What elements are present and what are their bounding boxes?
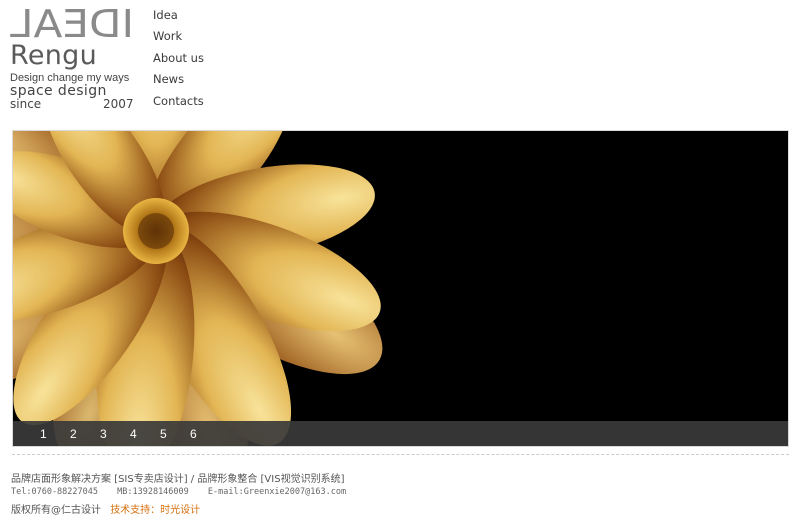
nav-item-work: Work xyxy=(153,26,204,47)
logo[interactable]: IDEAL Rengu Design change my ways space … xyxy=(10,6,140,111)
nav-link-news[interactable]: News xyxy=(153,72,184,86)
logo-ideal-mirrored-wordmark: IDEAL xyxy=(10,6,134,40)
slide-button-1[interactable]: 1 xyxy=(40,427,70,441)
nav-link-work[interactable]: Work xyxy=(153,29,182,43)
nav-item-idea: Idea xyxy=(153,5,204,26)
slide-pager-bar: 1 2 3 4 5 6 xyxy=(13,421,788,446)
footer-mobile: MB:13928146009 xyxy=(117,487,189,497)
slide-button-6[interactable]: 6 xyxy=(190,427,220,441)
nav-item-news: News xyxy=(153,69,204,90)
slide-button-3[interactable]: 3 xyxy=(100,427,130,441)
footer-copyright-line: 版权所有@仁古设计 技术支持：时光设计 xyxy=(11,501,200,516)
logo-ideal-text: IDEAL xyxy=(10,6,134,40)
slide-button-5[interactable]: 5 xyxy=(160,427,190,441)
main-nav: Idea Work About us News Contacts xyxy=(153,5,204,112)
footer-divider xyxy=(12,454,789,455)
slide-button-4[interactable]: 4 xyxy=(130,427,160,441)
footer-email: E-mail:Greenxie2007@163.com xyxy=(207,487,347,497)
slide-button-2[interactable]: 2 xyxy=(70,427,100,441)
nav-link-idea[interactable]: Idea xyxy=(153,8,178,22)
nav-item-contacts: Contacts xyxy=(153,91,204,112)
nav-link-contacts[interactable]: Contacts xyxy=(153,94,204,108)
logo-year: 2007 xyxy=(103,97,134,111)
footer-tech-support-link[interactable]: 技术支持：时光设计 xyxy=(110,505,200,516)
footer-tel: Tel:0760-88227045 xyxy=(11,487,98,497)
nav-item-about: About us xyxy=(153,48,204,69)
logo-space-design: space design xyxy=(10,83,107,99)
footer-services: 品牌店面形象解决方案 [SIS专卖店设计] / 品牌形象整合 [VIS视觉识别系… xyxy=(11,474,345,485)
logo-name: Rengu xyxy=(10,40,98,71)
slide-pager: 1 2 3 4 5 6 xyxy=(40,421,220,446)
nav-link-about-us[interactable]: About us xyxy=(153,51,204,65)
footer-contact: Tel:0760-88227045 MB:13928146009 E-mail:… xyxy=(11,487,360,497)
flower-image xyxy=(13,131,383,446)
hero-banner: 1 2 3 4 5 6 xyxy=(12,130,789,447)
logo-since: since xyxy=(10,97,42,111)
footer-copyright: 版权所有@仁古设计 xyxy=(11,505,101,516)
